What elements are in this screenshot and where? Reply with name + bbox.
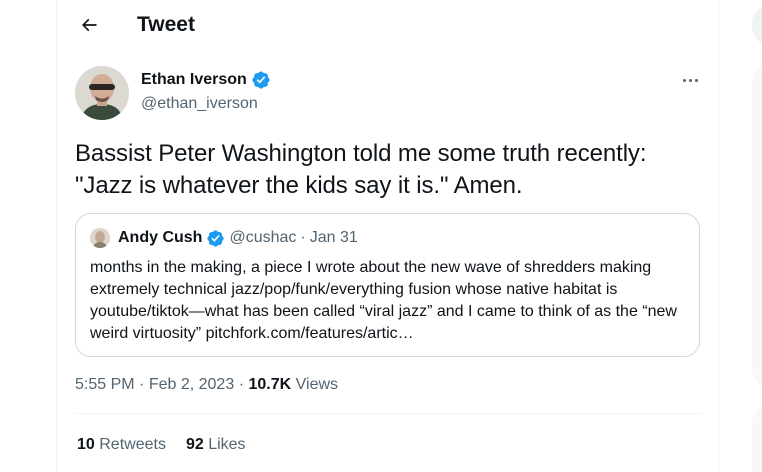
more-dot [694,78,698,82]
separator-dot: · [238,376,249,393]
tweet-date[interactable]: Feb 2, 2023 [149,376,234,393]
tweet-meta: 5:55 PM · Feb 2, 2023 · 10.7K Views [75,375,338,395]
separator-dot: · [139,376,149,393]
verified-badge-icon [252,71,270,89]
quoted-author-avatar [90,228,110,248]
separator-dot: · [300,229,306,246]
quoted-tweet-date: Jan 31 [309,229,358,246]
retweets-count: 10 [77,436,95,453]
quoted-tweet-text: months in the making, a piece I wrote ab… [90,259,677,342]
quoted-author-name: Andy Cush [118,229,203,246]
author-handle[interactable]: @ethan_iverson [141,94,258,114]
divider [75,413,702,414]
quoted-tweet-header: Andy Cush @cushac · Jan 31 [90,228,358,248]
back-button[interactable] [74,10,104,40]
quoted-author-handle: @cushac [229,229,297,246]
views-label: Views [295,376,339,393]
verified-badge-icon [207,229,225,247]
sidebar-card-lower [752,405,762,472]
tweet-time[interactable]: 5:55 PM [75,376,135,393]
tweet-text: Bassist Peter Washington told me some tr… [75,140,647,199]
arrow-left-icon [81,18,97,32]
tweet-stats: 10 Retweets 92 Likes [77,435,246,455]
author-name[interactable]: Ethan Iverson [141,70,247,90]
retweets-link[interactable]: 10 Retweets [77,435,166,455]
sidebar-card [752,64,762,386]
tweet-header: Tweet [57,0,718,52]
more-options-button[interactable] [675,68,705,92]
author-name-row: Ethan Iverson [141,70,271,90]
views-count: 10.7K [248,376,292,393]
more-horizontal-icon [682,78,686,82]
sidebar-search-box[interactable] [752,4,762,46]
author-avatar[interactable] [75,66,129,120]
author-avatar-image [75,66,129,120]
more-dot [688,78,692,82]
retweets-label: Retweets [99,436,166,453]
page-title: Tweet [137,13,195,36]
likes-link[interactable]: 92 Likes [186,435,246,455]
quoted-avatar-image [90,228,110,248]
quoted-tweet-card[interactable]: Andy Cush @cushac · Jan 31 months in the… [75,213,700,357]
main-column: Tweet Ethan Iverson @ethan_iverson Bassi… [56,0,719,472]
likes-count: 92 [185,436,204,453]
likes-label: Likes [208,436,246,453]
